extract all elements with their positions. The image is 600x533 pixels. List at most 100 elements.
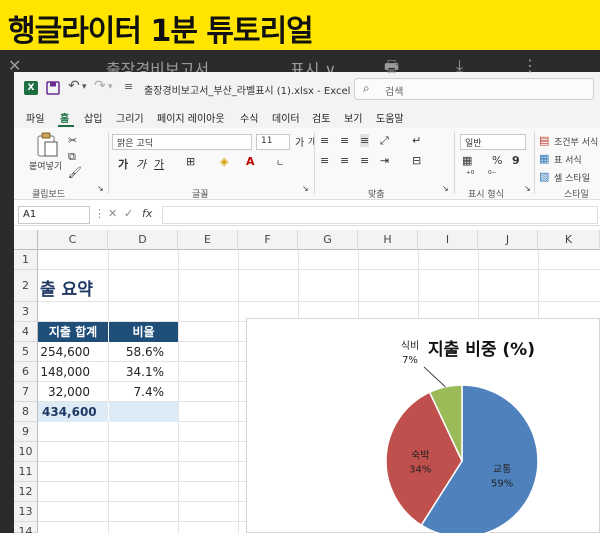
align-center-icon[interactable]: ≡	[340, 154, 349, 167]
increase-decimal-icon[interactable]: ⁺⁰	[466, 170, 474, 180]
percent-style-button[interactable]: %	[492, 154, 502, 167]
underline-button[interactable]: 가	[154, 156, 164, 172]
format-as-table-button[interactable]: 표 서식	[554, 153, 582, 166]
formula-input[interactable]	[162, 206, 598, 224]
format-painter-icon[interactable]: 🖌	[68, 166, 82, 179]
align-left-icon[interactable]: ≡	[320, 154, 329, 167]
merge-cells-icon[interactable]: ⊟	[412, 154, 421, 167]
row-header-6[interactable]: 6	[14, 362, 38, 382]
paste-button[interactable]: 붙여넣기	[29, 159, 62, 172]
cell-ratio[interactable]: 58.6%	[108, 342, 178, 362]
tab-help[interactable]: 도움말	[376, 110, 404, 125]
accounting-format-icon[interactable]: ▦	[462, 154, 472, 167]
align-right-icon[interactable]: ≡	[360, 154, 369, 167]
paste-icon[interactable]	[36, 132, 58, 158]
select-all-corner[interactable]	[14, 230, 38, 250]
column-header-i[interactable]: I	[418, 230, 478, 250]
number-format-select[interactable]: 일반	[460, 134, 526, 150]
column-header-k[interactable]: K	[538, 230, 600, 250]
undo-icon[interactable]: ↶	[68, 78, 80, 94]
row-header-11[interactable]: 11	[14, 462, 38, 482]
row-header-7[interactable]: 7	[14, 382, 38, 402]
row-header-10[interactable]: 10	[14, 442, 38, 462]
row-header-5[interactable]: 5	[14, 342, 38, 362]
align-middle-icon[interactable]: ≡	[340, 134, 349, 147]
download-icon[interactable]: ⤓	[456, 56, 463, 76]
fill-color-icon[interactable]: ◈	[220, 155, 228, 168]
alignment-launcher-icon[interactable]: ↘	[442, 184, 449, 193]
insert-function-button[interactable]: fx	[142, 207, 152, 220]
comma-style-button[interactable]: 9	[512, 154, 520, 167]
tab-page-layout[interactable]: 페이지 레이아웃	[157, 110, 225, 125]
tab-view[interactable]: 보기	[344, 110, 362, 125]
confirm-entry-icon[interactable]: ✓	[124, 207, 133, 220]
row-header-4[interactable]: 4	[14, 322, 38, 342]
phonetic-icon[interactable]: ㄴ	[276, 156, 284, 169]
cell-total[interactable]: 32,000	[38, 382, 108, 402]
orientation-icon[interactable]: ⤢	[380, 134, 389, 148]
font-color-icon[interactable]: A	[246, 155, 255, 168]
wrap-text-icon[interactable]: ↵	[412, 134, 421, 147]
header-cell-total[interactable]: 지출 합계	[38, 322, 108, 342]
decrease-decimal-icon[interactable]: ⁰⁻	[488, 170, 496, 180]
name-box[interactable]: A1	[18, 206, 90, 224]
bold-button[interactable]: 가	[118, 156, 128, 172]
column-header-g[interactable]: G	[298, 230, 358, 250]
row-header-8[interactable]: 8	[14, 402, 38, 422]
cell-ratio[interactable]: 34.1%	[108, 362, 178, 382]
font-name-select[interactable]: 맑은 고딕	[112, 134, 252, 150]
column-header-d[interactable]: D	[108, 230, 178, 250]
column-header-j[interactable]: J	[478, 230, 538, 250]
tab-file[interactable]: 파일	[26, 110, 44, 125]
cell-ratio[interactable]: 7.4%	[108, 382, 178, 402]
cell-total[interactable]: 148,000	[38, 362, 108, 382]
cell-total[interactable]: 254,600	[38, 342, 108, 362]
cancel-entry-icon[interactable]: ✕	[108, 207, 117, 220]
copy-icon[interactable]: ⧉	[68, 150, 76, 164]
redo-icon[interactable]: ↷	[94, 78, 106, 94]
italic-button[interactable]: 가	[136, 156, 146, 172]
number-launcher-icon[interactable]: ↘	[524, 184, 531, 193]
row-header-14[interactable]: 14	[14, 522, 38, 533]
more-options-icon[interactable]: ⋮	[94, 207, 105, 220]
tab-draw[interactable]: 그리기	[116, 110, 144, 125]
cut-icon[interactable]: ✂	[68, 134, 77, 147]
row-header-2[interactable]: 2	[14, 270, 38, 302]
align-bottom-icon[interactable]: ≡	[360, 134, 370, 147]
grand-total-cell[interactable]: 434,600	[38, 402, 108, 422]
more-icon[interactable]: ⋮	[522, 56, 538, 75]
redo-dropdown-icon[interactable]: ▾	[108, 82, 113, 92]
header-cell-ratio[interactable]: 비율	[108, 322, 178, 342]
tab-formulas[interactable]: 수식	[240, 110, 258, 125]
tab-data[interactable]: 데이터	[272, 110, 300, 125]
table-format-icon: ▦	[539, 152, 550, 165]
row-header-9[interactable]: 9	[14, 422, 38, 442]
conditional-formatting-button[interactable]: 조건부 서식	[554, 135, 598, 148]
pie-chart[interactable]: 교통 59% 숙박 34% 식비 7% 지출 비중 (%)	[246, 318, 600, 533]
tab-home[interactable]: 홈	[60, 110, 69, 125]
font-launcher-icon[interactable]: ↘	[302, 184, 309, 193]
grand-total-ratio-cell[interactable]	[108, 402, 178, 422]
tab-insert[interactable]: 삽입	[84, 110, 102, 125]
font-size-select[interactable]: 11	[256, 134, 290, 150]
tab-review[interactable]: 검토	[312, 110, 330, 125]
column-header-e[interactable]: E	[178, 230, 238, 250]
clipboard-launcher-icon[interactable]: ↘	[97, 184, 104, 193]
undo-dropdown-icon[interactable]: ▾	[82, 82, 87, 92]
indent-icon[interactable]: ⇥	[380, 154, 389, 167]
grow-font-button[interactable]: 가	[295, 134, 304, 149]
row-header-12[interactable]: 12	[14, 482, 38, 502]
excel-logo-icon: X	[24, 81, 38, 95]
column-header-c[interactable]: C	[38, 230, 108, 250]
save-icon[interactable]	[46, 81, 60, 95]
customize-toolbar-icon[interactable]: ≡	[124, 80, 133, 93]
row-header-13[interactable]: 13	[14, 502, 38, 522]
column-header-f[interactable]: F	[238, 230, 298, 250]
row-header-1[interactable]: 1	[14, 250, 38, 270]
cell-styles-button[interactable]: 셀 스타일	[554, 171, 590, 184]
column-header-h[interactable]: H	[358, 230, 418, 250]
printer-icon[interactable]: 🖶	[384, 56, 399, 83]
align-top-icon[interactable]: ≡	[320, 134, 329, 147]
row-header-3[interactable]: 3	[14, 302, 38, 322]
borders-icon[interactable]: ⊞	[186, 155, 195, 168]
